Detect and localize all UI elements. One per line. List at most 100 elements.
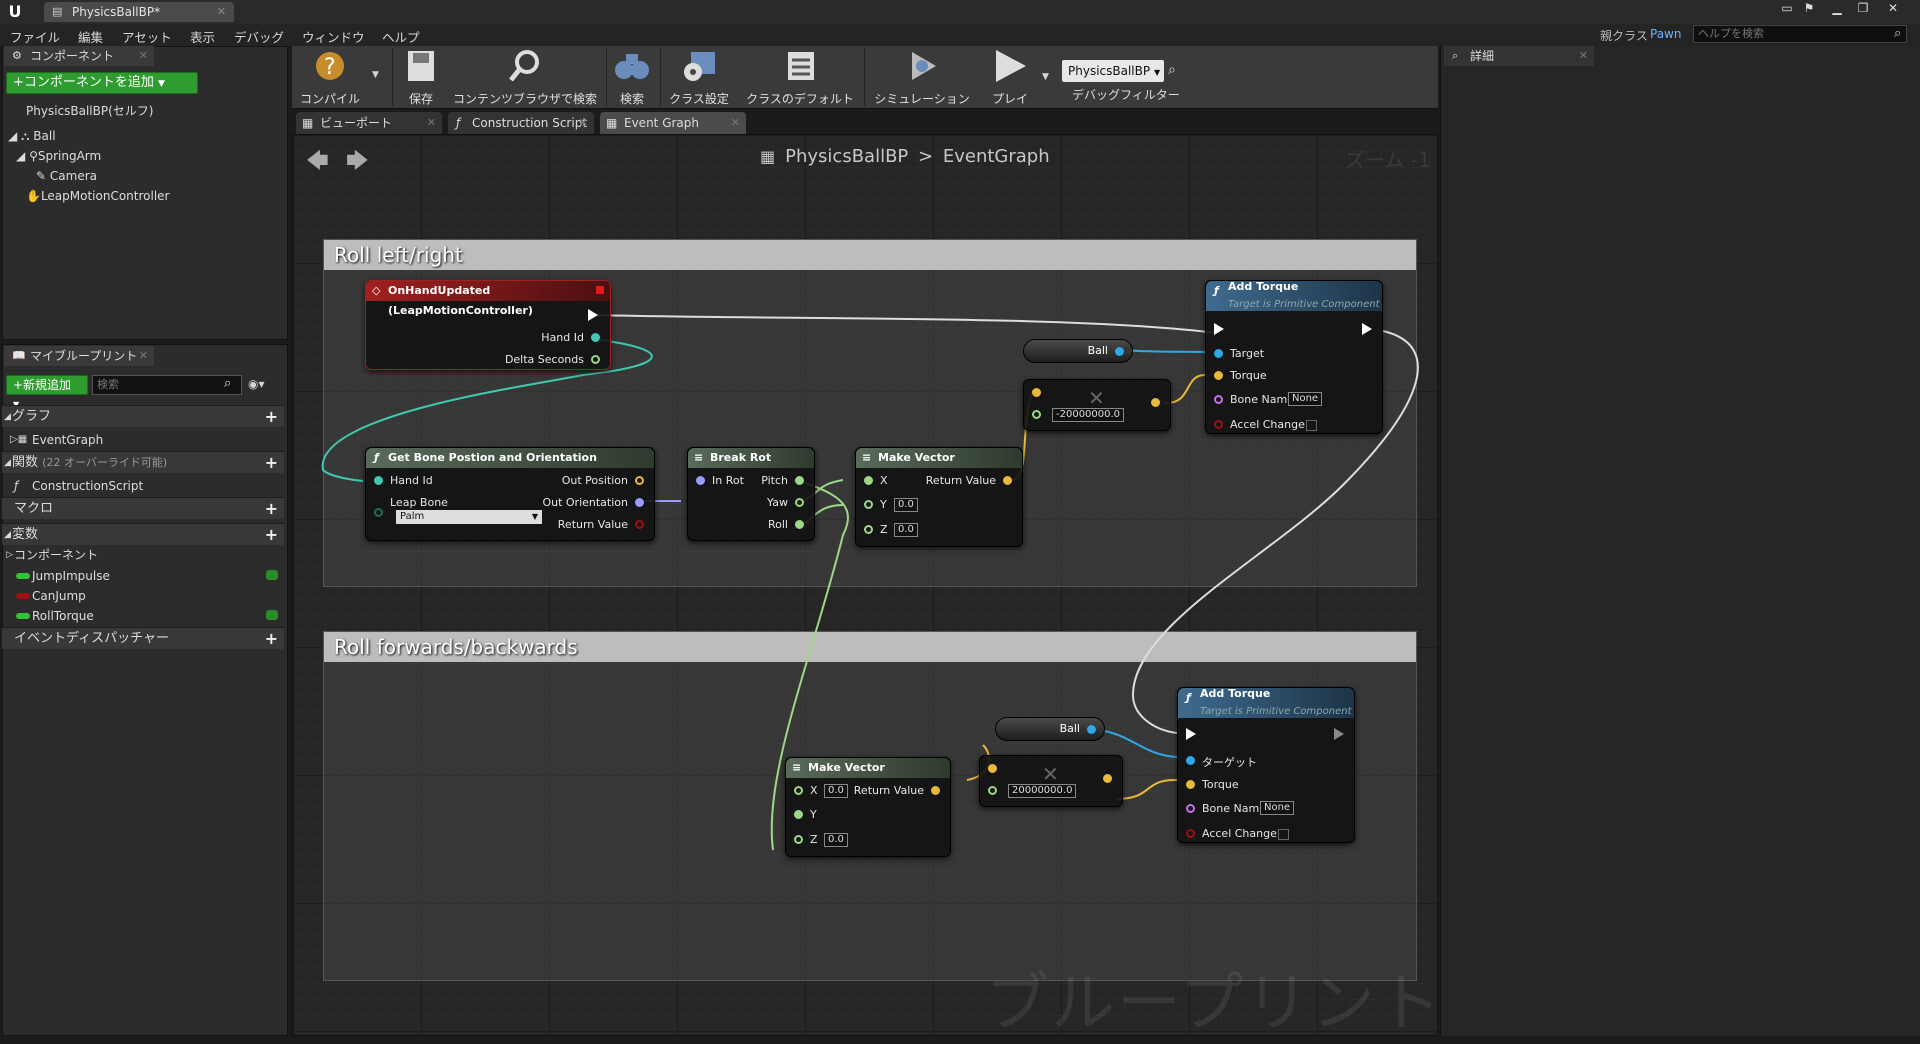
help-search-input[interactable]: ヘルプを検索 <box>1693 25 1907 43</box>
exec-pin-out[interactable] <box>588 309 598 321</box>
exec-pin-in[interactable] <box>1214 323 1224 335</box>
node-break-rot[interactable]: ≡ Break Rot In Rot Pitch Yaw Roll <box>687 447 815 541</box>
pin-result[interactable] <box>1103 774 1112 783</box>
pin-delta-seconds[interactable] <box>591 355 600 364</box>
tab-viewport[interactable]: ▦ ビューポート ✕ <box>296 112 442 134</box>
variable-category-components[interactable]: ▷ コンポーネント <box>2 545 284 565</box>
tree-item-ball[interactable]: ◢ ⛬ Ball <box>8 129 56 144</box>
pin-z[interactable] <box>864 525 873 534</box>
z-value-input[interactable]: 0.0 <box>894 523 918 537</box>
exec-pin-out[interactable] <box>1334 728 1344 740</box>
compile-button[interactable]: ? コンパイル <box>298 48 362 107</box>
x-value-input[interactable]: 0.0 <box>824 784 848 798</box>
details-tab[interactable]: ⌕ 詳細 ✕ <box>1444 46 1594 66</box>
z-value-input[interactable]: 0.0 <box>824 833 848 847</box>
tree-item-leapmotioncontroller[interactable]: ✋LeapMotionController <box>26 189 170 203</box>
pin-float-in[interactable] <box>988 786 997 795</box>
window-close-icon[interactable]: ✕ <box>1882 0 1904 16</box>
add-icon[interactable]: + <box>265 452 278 474</box>
pin-vector-in[interactable] <box>988 764 997 773</box>
function-item-constructionscript[interactable]: ƒ ConstructionScript <box>2 476 284 496</box>
pin-torque[interactable] <box>1186 780 1195 789</box>
play-button[interactable]: プレイ <box>980 48 1040 107</box>
pin-x[interactable] <box>794 786 803 795</box>
close-icon[interactable]: ✕ <box>427 112 436 134</box>
blueprint-search-input[interactable]: 検索 <box>92 375 242 395</box>
pin-ball-out[interactable] <box>1115 347 1124 356</box>
search-icon[interactable]: ⌕ <box>224 376 231 391</box>
debug-target-select[interactable]: PhysicsBallBP ▼ <box>1062 60 1164 82</box>
variable-jumpimpulse[interactable]: JumpImpulse <box>2 566 284 586</box>
menu-debug[interactable]: デバッグ <box>234 27 284 46</box>
add-new-button[interactable]: +新規追加 ▼ <box>6 375 88 409</box>
close-icon[interactable]: ✕ <box>579 112 588 134</box>
pin-result[interactable] <box>1151 398 1160 407</box>
menu-window[interactable]: ウィンドウ <box>302 27 365 46</box>
event-graph-canvas[interactable]: Roll left/right Roll forwards/backwards … <box>292 134 1438 1036</box>
add-icon[interactable]: + <box>265 628 278 650</box>
exec-pin-in[interactable] <box>1186 728 1196 740</box>
multiplier-input[interactable]: 20000000.0 <box>1008 784 1077 798</box>
save-button[interactable]: 保存 <box>396 48 446 107</box>
node-ball-getter-1[interactable]: Ball <box>1023 339 1133 363</box>
variable-rolltorque[interactable]: RollTorque <box>2 606 284 626</box>
variable-canjump[interactable]: CanJump <box>2 586 284 606</box>
pin-yaw[interactable] <box>795 498 804 507</box>
eye-icon[interactable] <box>266 610 278 620</box>
search-icon[interactable]: ⌕ <box>1168 62 1176 78</box>
node-multiply-2[interactable]: ✕ 20000000.0 <box>979 755 1123 807</box>
tab-event-graph[interactable]: ▦ Event Graph ✕ <box>600 112 746 134</box>
pin-roll[interactable] <box>795 520 804 529</box>
self-component-row[interactable]: PhysicsBallBP(セルフ) <box>26 102 153 119</box>
pin-pitch[interactable] <box>795 476 804 485</box>
back-arrow-icon[interactable]: 🡄 <box>306 144 329 182</box>
breadcrumb-leaf[interactable]: EventGraph <box>943 146 1050 167</box>
document-tab[interactable]: ▤ PhysicsBallBP* ✕ <box>44 2 234 22</box>
y-value-input[interactable]: 0.0 <box>894 498 918 512</box>
accel-change-checkbox[interactable] <box>1278 829 1289 840</box>
pin-in-rot[interactable] <box>696 476 705 485</box>
node-multiply-1[interactable]: ✕ -20000000.0 <box>1023 379 1171 431</box>
pin-y[interactable] <box>794 810 803 819</box>
add-component-button[interactable]: +コンポーネントを追加 ▼ <box>6 72 198 94</box>
tab-construction-script[interactable]: ƒ Construction Script ✕ <box>448 112 594 134</box>
notification-icon[interactable]: ⚑ <box>1798 0 1820 16</box>
browse-content-button[interactable]: コンテンツブラウザで検索 <box>452 48 598 107</box>
pin-return-value[interactable] <box>635 520 644 529</box>
multiplier-input[interactable]: -20000000.0 <box>1052 408 1125 422</box>
pin-accel-change[interactable] <box>1214 420 1223 429</box>
pin-torque[interactable] <box>1214 371 1223 380</box>
tree-item-springarm[interactable]: ◢ ⚲SpringArm <box>16 149 101 163</box>
node-on-hand-updated[interactable]: ◇ OnHandUpdated (LeapMotionController) Ha… <box>365 280 611 370</box>
menu-edit[interactable]: 編集 <box>78 27 103 46</box>
close-icon[interactable]: ✕ <box>731 112 740 134</box>
pin-accel-change[interactable] <box>1186 829 1195 838</box>
menu-view[interactable]: 表示 <box>190 27 215 46</box>
pin-hand-id-in[interactable] <box>374 476 383 485</box>
exec-pin-out[interactable] <box>1362 323 1372 335</box>
add-icon[interactable]: + <box>265 498 278 520</box>
close-icon[interactable]: ✕ <box>217 5 226 18</box>
pin-out-orientation[interactable] <box>635 498 644 507</box>
pin-hand-id[interactable] <box>591 333 600 342</box>
node-add-torque-1[interactable]: ƒ Add Torque Target is Primitive Componen… <box>1205 280 1383 434</box>
chat-icon[interactable]: ▭ <box>1776 0 1798 16</box>
section-functions[interactable]: ◢ 関数 (22 オーバーライド可能) + <box>2 451 284 473</box>
pin-vector-in[interactable] <box>1032 388 1041 397</box>
eye-icon[interactable]: ◉▾ <box>248 377 265 391</box>
accel-change-checkbox[interactable] <box>1306 420 1317 431</box>
pin-z[interactable] <box>794 835 803 844</box>
pin-ball-out[interactable] <box>1087 725 1096 734</box>
parent-class-link[interactable]: Pawn <box>1650 27 1681 41</box>
add-icon[interactable]: + <box>265 406 278 428</box>
chevron-down-icon[interactable]: ▼ <box>1042 72 1049 82</box>
unreal-logo-icon[interactable]: U <box>4 2 26 22</box>
pin-return-vector[interactable] <box>931 786 940 795</box>
my-blueprint-tab[interactable]: 📖 マイブループリント ✕ <box>4 346 154 366</box>
section-event-dispatchers[interactable]: イベントディスパッチャー + <box>2 627 284 649</box>
find-button[interactable]: 検索 <box>612 48 652 107</box>
pin-bone-name[interactable] <box>1214 395 1223 404</box>
node-ball-getter-2[interactable]: Ball <box>995 717 1105 741</box>
pin-bone-name[interactable] <box>1186 804 1195 813</box>
node-make-vector-1[interactable]: ≡ Make Vector X Y 0.0 Z 0.0 Return Value <box>855 447 1023 547</box>
